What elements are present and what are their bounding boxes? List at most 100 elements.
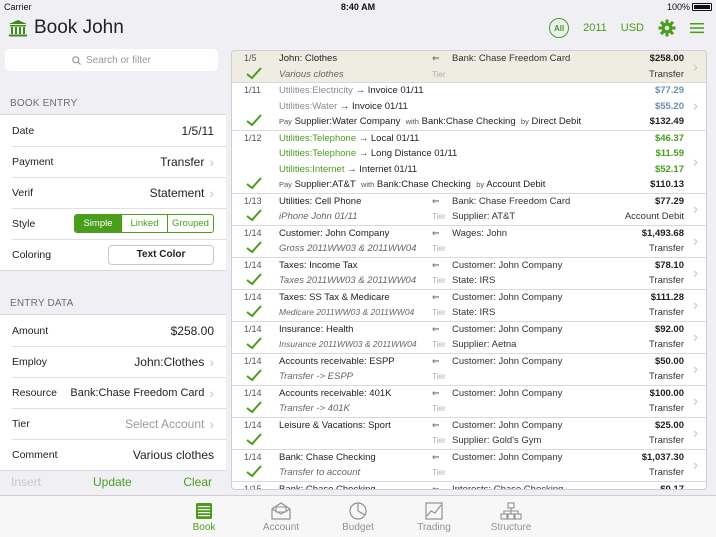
tier-tag: Tier: [432, 69, 446, 79]
entry-date: 1/14: [244, 227, 262, 238]
chevron-right-icon: ›: [209, 415, 214, 432]
tier-tag: Tier: [432, 212, 446, 221]
entry-amount: $0.17: [660, 483, 684, 490]
entry-counter-account: Bank: Chase Freedom Card: [452, 53, 571, 64]
tab-budget[interactable]: Budget: [328, 500, 388, 533]
tab-structure-label: Structure: [490, 522, 532, 533]
comment-field[interactable]: Various clothes: [133, 448, 214, 462]
split-amount: $11.59: [655, 148, 684, 159]
entry-date: 1/12: [244, 132, 262, 143]
entry-memo: Taxes 2011WW03 & 2011WW04: [279, 275, 417, 286]
tab-budget-label: Budget: [342, 522, 374, 533]
transaction-row[interactable]: 1/11 Utilities:Electricity → Invoice 01/1…: [232, 83, 706, 131]
by-label: by: [476, 180, 485, 189]
entry-editor-panel: Search or filter BOOK ENTRY Date 1/5/11 …: [0, 44, 226, 494]
tier-value: Select Account: [124, 416, 205, 431]
split-line: Utilities:Electricity → Invoice 01/11: [279, 85, 424, 96]
text-color-button[interactable]: Text Color: [108, 244, 214, 265]
entry-counter-account: Interests: Chase Checking: [452, 483, 564, 490]
transaction-row[interactable]: 1/15 Bank: Chase Checking ⇐ Interests: Chas…: [232, 482, 706, 490]
style-segmented-control[interactable]: Simple Linked Grouped: [74, 214, 214, 233]
entry-memo: iPhone John 01/11: [279, 211, 358, 222]
transaction-row[interactable]: 1/14 Taxes: Income Tax ⇐ Customer: John Com…: [232, 258, 706, 290]
payment-label: Payment: [12, 155, 54, 168]
transaction-row[interactable]: 1/14 Taxes: SS Tax & Medicare ⇐ Customer: J…: [232, 290, 706, 322]
split-line: Utilities:Internet → Internet 01/11: [279, 164, 417, 175]
entry-memo: Transfer -> ESPP: [279, 371, 354, 382]
search-input[interactable]: Search or filter: [5, 49, 218, 71]
transaction-row[interactable]: 1/14 Insurance: Health ⇐ Customer: John Com…: [232, 322, 706, 354]
clear-button[interactable]: Clear: [183, 475, 212, 489]
arrow-left-icon: ⇐: [432, 195, 440, 206]
insert-button[interactable]: Insert: [11, 475, 41, 489]
arrow-left-icon: ⇐: [432, 451, 440, 462]
entry-date: 1/14: [244, 259, 262, 270]
amount-row[interactable]: Amount $258.00: [0, 315, 226, 346]
entry-amount: $92.00: [654, 323, 684, 335]
tier-row[interactable]: Tier Select Account ›: [0, 408, 226, 439]
tab-account[interactable]: Account: [251, 500, 311, 533]
chevron-right-icon: ›: [209, 353, 214, 370]
book-title[interactable]: Book John: [8, 17, 124, 39]
chevron-right-icon: ›: [693, 97, 698, 115]
chevron-right-icon: ›: [693, 424, 698, 442]
supplier-name: Supplier:Water Company: [294, 116, 401, 127]
bank-name: Bank:Chase Checking: [421, 116, 516, 127]
payment-row[interactable]: Payment Transfer ›: [0, 146, 226, 177]
update-button[interactable]: Update: [93, 475, 132, 489]
currency-button[interactable]: USD: [621, 22, 644, 34]
style-linked-segment[interactable]: Linked: [121, 215, 167, 232]
style-simple-segment[interactable]: Simple: [75, 215, 121, 232]
entry-tier-account: Supplier: AT&T: [452, 211, 516, 222]
split-line: Utilities:Telephone → Local 01/11: [279, 133, 419, 144]
resource-label: Resource: [12, 386, 57, 399]
tab-bar: Book Account Budget Trading Structure: [0, 495, 716, 537]
transaction-row[interactable]: 1/13 Utilities: Cell Phone ⇐ Bank: Chase Fr…: [232, 194, 706, 226]
gear-icon[interactable]: [658, 19, 676, 37]
transaction-row[interactable]: 1/5 John: Clothes ⇐ Bank: Chase Freedom Car…: [232, 51, 706, 83]
transaction-row[interactable]: 1/12 Utilities:Telephone → Local 01/11 $46…: [232, 131, 706, 194]
split-amount: $52.17: [654, 163, 684, 175]
transaction-list[interactable]: 1/5 John: Clothes ⇐ Bank: Chase Freedom Car…: [231, 50, 707, 490]
tier-tag: Tier: [432, 308, 446, 317]
transaction-row[interactable]: 1/14 Accounts receivable: 401K ⇐ Customer: …: [232, 386, 706, 418]
split-account: Utilities:Telephone: [279, 148, 357, 159]
entry-counter-account: Customer: John Company: [452, 291, 563, 303]
entry-amount: $25.00: [654, 419, 684, 431]
split-amount: $55.20: [654, 100, 684, 112]
all-filter-button[interactable]: All: [549, 18, 570, 38]
tab-book[interactable]: Book: [174, 500, 234, 533]
nav-actions: All 2011 USD: [549, 18, 704, 38]
transaction-row[interactable]: 1/14 Accounts receivable: ESPP ⇐ Customer: …: [232, 354, 706, 386]
status-bar: Carrier 8:40 AM 100%: [0, 0, 716, 14]
entry-amount: $258.00: [649, 53, 684, 64]
style-grouped-segment[interactable]: Grouped: [167, 215, 213, 232]
transaction-row[interactable]: 1/14 Bank: Chase Checking ⇐ Customer: John …: [232, 450, 706, 482]
transaction-row[interactable]: 1/14 Customer: John Company ⇐ Wages: John $1…: [232, 226, 706, 258]
chevron-right-icon: ›: [693, 456, 698, 474]
menu-icon[interactable]: [690, 22, 704, 34]
date-row[interactable]: Date 1/5/11: [0, 115, 226, 146]
entry-total: $110.13: [650, 179, 684, 190]
arrow-left-icon: ⇐: [432, 419, 440, 430]
payment-method: Direct Debit: [531, 116, 582, 127]
tab-book-label: Book: [192, 522, 216, 533]
budget-icon: [349, 502, 367, 520]
entry-account: Taxes: SS Tax & Medicare: [279, 291, 390, 303]
entry-account: Utilities: Cell Phone: [279, 195, 362, 207]
book-icon: [196, 503, 212, 519]
employ-row[interactable]: Employ John:Clothes ›: [0, 346, 226, 377]
style-label: Style: [12, 217, 36, 230]
tab-structure[interactable]: Structure: [481, 500, 541, 533]
amount-field[interactable]: $258.00: [171, 324, 214, 338]
transaction-row[interactable]: 1/14 Leisure & Vacations: Sport ⇐ Customer:…: [232, 418, 706, 450]
verif-row[interactable]: Verif Statement ›: [0, 177, 226, 208]
arrow-left-icon: ⇐: [432, 387, 440, 398]
year-button[interactable]: 2011: [583, 22, 607, 34]
style-row: Style Simple Linked Grouped: [0, 208, 226, 239]
entry-amount: $100.00: [649, 387, 684, 399]
tab-trading[interactable]: Trading: [404, 500, 464, 533]
with-label: with: [405, 117, 419, 126]
resource-row[interactable]: Resource Bank:Chase Freedom Card ›: [0, 377, 226, 408]
entry-data-group: Amount $258.00 Employ John:Clothes › Reso…: [0, 314, 226, 471]
